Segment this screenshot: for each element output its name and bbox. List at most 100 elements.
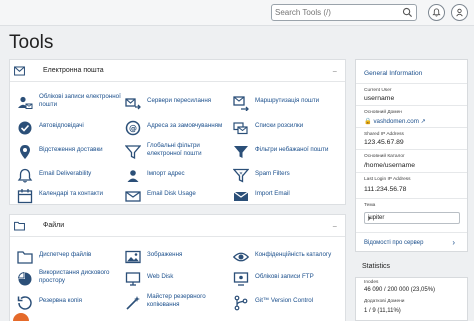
global-filters-icon <box>125 145 141 160</box>
user-menu-button[interactable] <box>451 4 468 21</box>
theme-select[interactable]: jupiter ▾ <box>364 212 460 224</box>
track-delivery-icon <box>20 145 30 159</box>
email-section-header[interactable]: Електронна пошта − <box>10 60 345 82</box>
tool-email-routing[interactable]: Маршрутизація пошти <box>233 93 343 115</box>
tool-disk-usage[interactable]: Використання дискового простору <box>17 269 127 291</box>
tool-mailing-lists[interactable]: Списки розсилки <box>233 118 343 140</box>
folder-icon <box>14 221 25 231</box>
tool-label: Конфіденційність каталогу <box>255 251 332 258</box>
images-icon <box>125 250 141 264</box>
search-tools-box[interactable] <box>271 4 417 21</box>
tool-autoresponders[interactable]: Автовідповідачі <box>17 118 127 140</box>
primary-domain-value: vashdomen.com <box>373 118 419 125</box>
tool-images[interactable]: Зображення <box>125 247 235 269</box>
lock-icon: 🔒 <box>364 118 372 125</box>
collapse-icon[interactable]: − <box>332 222 337 231</box>
forwarders-icon <box>125 98 141 110</box>
email-disk-usage-icon <box>125 191 141 202</box>
tool-directory-privacy[interactable]: Конфіденційність каталогу <box>233 247 343 269</box>
tool-ftp-accounts[interactable]: Облікові записи FTP <box>233 269 343 291</box>
backup-wizard-icon <box>126 296 140 310</box>
tool-label: Маршрутизація пошти <box>255 97 320 104</box>
home-directory-value: /home/username <box>364 162 416 169</box>
primary-domain-row: Основний Домен 🔒 vashdomen.com ↗ <box>356 105 467 127</box>
inodes-label: Inodes <box>364 280 379 285</box>
home-directory-row: Основний Каталог /home/username <box>356 149 467 172</box>
last-login-row: Last Login IP Address 111.234.56.78 <box>356 172 467 198</box>
page-title: Tools <box>9 32 54 53</box>
tool-label: Календарі та контакти <box>39 190 103 197</box>
shared-ip-label: Shared IP Address <box>364 132 404 137</box>
current-user-value: username <box>364 95 395 102</box>
tool-label: Резервна копія <box>39 297 82 304</box>
addon-domains-value: 1 / 9 (11,11%) <box>364 308 401 314</box>
primary-domain-link[interactable]: 🔒 vashdomen.com ↗ <box>364 117 426 125</box>
tool-email-accounts[interactable]: Облікові записи електронної пошти <box>17 93 127 115</box>
tool-label: Облікові записи електронної пошти <box>39 93 121 108</box>
email-section-title: Електронна пошта <box>43 67 104 74</box>
tool-label: Email Deliverability <box>39 170 92 177</box>
last-login-value: 111.234.56.78 <box>364 186 407 193</box>
email-accounts-icon <box>18 96 33 109</box>
top-bar <box>0 0 474 26</box>
tool-email-disk-usage[interactable]: Email Disk Usage <box>125 186 235 208</box>
tool-global-filters[interactable]: Глобальні фільтри електронної пошти <box>125 142 235 164</box>
tool-backup[interactable]: Резервна копія <box>17 293 127 315</box>
tool-label: Web Disk <box>147 273 174 280</box>
disk-usage-icon <box>17 271 32 286</box>
tool-calendars-contacts[interactable]: Календарі та контакти <box>17 186 127 208</box>
current-user-label: Current User <box>364 88 392 93</box>
tool-label: Spam Filters <box>255 170 290 177</box>
tool-address-importer[interactable]: Імпорт адрес <box>125 166 235 188</box>
ftp-accounts-icon <box>233 272 249 286</box>
external-link-icon: ↗ <box>420 118 426 125</box>
tool-file-manager[interactable]: Диспетчер файлів <box>17 247 127 269</box>
tool-label: Глобальні фільтри електронної пошти <box>147 142 202 157</box>
email-filters-icon <box>234 146 248 158</box>
tool-label: Відстеження доставки <box>39 146 103 153</box>
calendars-contacts-icon <box>17 189 33 204</box>
svg-text:@: @ <box>129 124 137 133</box>
collapse-icon[interactable]: − <box>332 67 337 76</box>
tool-label: Зображення <box>147 251 183 258</box>
tool-email-filters[interactable]: Фільтри небажаної пошти <box>233 142 343 164</box>
tool-track-delivery[interactable]: Відстеження доставки <box>17 142 127 164</box>
default-address-icon: @ <box>125 120 141 136</box>
last-login-label: Last Login IP Address <box>364 177 411 182</box>
server-information-link[interactable]: Відомості про сервер › <box>356 232 467 253</box>
inodes-value: 46 090 / 200 000 (23,05%) <box>364 287 436 293</box>
tool-git[interactable]: Git™ Version Control <box>233 293 343 315</box>
git-icon <box>234 295 248 311</box>
shared-ip-value: 123.45.67.89 <box>364 139 404 146</box>
shared-ip-row: Shared IP Address 123.45.67.89 <box>356 127 467 149</box>
home-directory-label: Основний Каталог <box>364 154 405 159</box>
tool-label: Списки розсилки <box>255 122 304 129</box>
search-icon[interactable] <box>402 7 413 18</box>
tool-label: Автовідповідачі <box>39 122 84 129</box>
tool-label: Адреса за замовчуванням <box>147 122 223 129</box>
statistics-panel: Inodes 46 090 / 200 000 (23,05%) Додатко… <box>355 277 468 321</box>
statistics-title: Statistics <box>362 263 391 270</box>
tool-email-deliverability[interactable]: Email Deliverability <box>17 166 127 188</box>
svg-text:✕: ✕ <box>239 171 243 177</box>
general-information-panel: General Information Current User usernam… <box>355 59 468 252</box>
tool-default-address[interactable]: @ Адреса за замовчуванням <box>125 118 235 140</box>
tool-label: Імпорт адрес <box>147 170 185 177</box>
import-email-icon <box>233 191 249 201</box>
tool-label: Облікові записи FTP <box>255 273 314 280</box>
tool-forwarders[interactable]: Сервери пересилання <box>125 93 235 115</box>
tool-label: Import Email <box>255 190 290 197</box>
tool-label: Сервери пересилання <box>147 97 212 104</box>
tool-import-email[interactable]: Import Email <box>233 186 343 208</box>
tool-backup-wizard[interactable]: Майстер резервного копіювання <box>125 293 235 315</box>
files-section-header[interactable]: Файли − <box>10 215 345 237</box>
spam-filters-icon: ✕ <box>233 168 249 183</box>
tool-label: Git™ Version Control <box>255 297 314 304</box>
notifications-button[interactable] <box>428 4 445 21</box>
tool-web-disk[interactable]: Web Disk <box>125 269 235 291</box>
files-section-title: Файли <box>43 222 65 229</box>
primary-domain-label: Основний Домен <box>364 110 402 115</box>
backup-icon <box>17 296 32 310</box>
search-tools-input[interactable] <box>275 6 400 19</box>
tool-spam-filters[interactable]: ✕ Spam Filters <box>233 166 343 188</box>
